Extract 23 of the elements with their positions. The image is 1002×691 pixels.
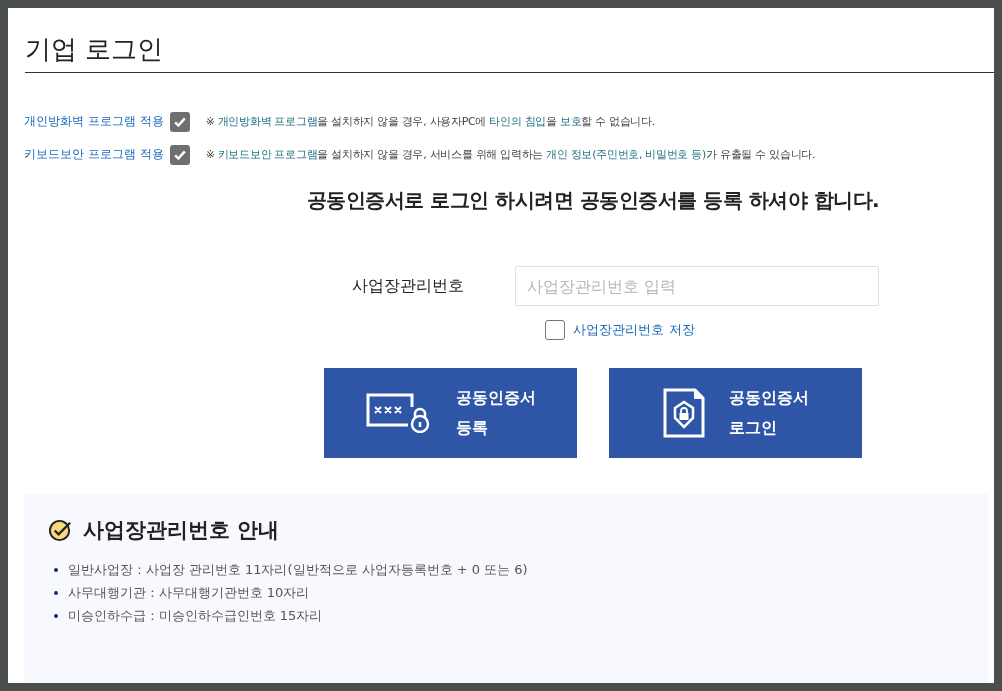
warning-notice: ※ 키보드보안 프로그램을 설치하지 않을 경우, 서비스를 위해 입력하는 개인 정보(주민번호, 비밀번호 등)가 유출될 수 있습니다. <box>205 147 816 162</box>
warning-notice: ※ 개인방화벽 프로그램을 설치하지 않을 경우, 사용자PC에 타인의 침입을 보호할 수 없습니다. <box>205 114 656 129</box>
guide-item: 미승인하수급 : 미승인하수급인번호 15자리 <box>68 607 323 625</box>
option-label[interactable]: 개인방화벽 프로그램 적용 <box>24 113 164 130</box>
checkbox[interactable] <box>169 144 190 165</box>
bullet-icon <box>54 613 58 618</box>
bullet-icon <box>54 590 58 595</box>
check-circle-icon <box>48 517 73 543</box>
checkbox[interactable] <box>545 320 566 340</box>
input-field[interactable]: 사업장관리번호 입력 <box>514 266 879 306</box>
certificate-register-button[interactable]: 공동인증서 등록 <box>324 368 577 458</box>
option-label[interactable]: 키보드보안 프로그램 적용 <box>24 146 164 163</box>
guide-item: 사무대행기관 : 사무대행기관번호 10자리 <box>68 584 310 602</box>
checkbox-label[interactable]: 사업장관리번호 저장 <box>573 321 695 339</box>
guide-item: 일반사업장 : 사업장 관리번호 11자리(일반적으로 사업자등록번호 + 0 또는 6) <box>68 561 528 579</box>
checkbox[interactable] <box>169 111 190 132</box>
certificate-login-button[interactable]: 공동인증서 로그인 <box>609 368 862 458</box>
field-label: 사업장관리번호 <box>351 275 465 297</box>
document-lock-icon <box>662 388 707 438</box>
headline: 공동인증서로 로그인 하시려면 공동인증서를 등록 하셔야 합니다. <box>306 187 880 214</box>
bullet-icon <box>54 567 58 572</box>
guide-title: 사업장관리번호 안내 <box>83 517 280 544</box>
page-title: 기업 로그인 <box>24 33 165 66</box>
